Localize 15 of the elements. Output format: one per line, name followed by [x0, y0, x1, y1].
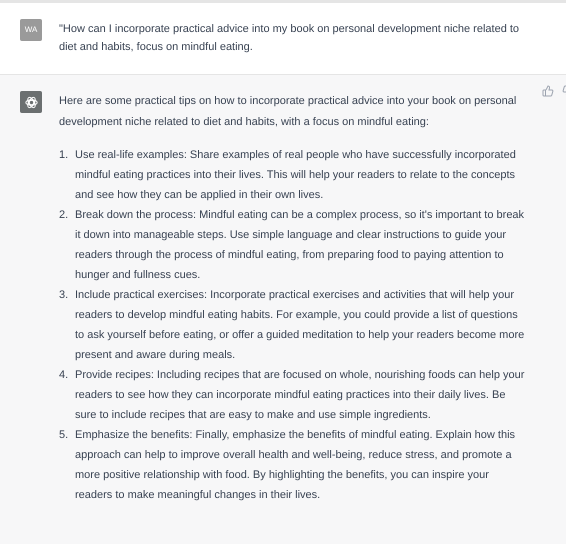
- list-number: 4.: [59, 368, 70, 383]
- user-message: "How can I incorporate practical advice into my book on personal development niche related to diet and habits, focus on mindful eating.: [59, 22, 520, 55]
- list-item-text: Include practical exercises: Incorporate practical exercises and activities that will help your readers to develop mindful eating habits. For example, you could provide a list of questions to ask yourself before eating, or offer a guided meditation to help your readers become more present and aware during meals.: [75, 288, 525, 363]
- assistant-logo-icon: [24, 94, 38, 110]
- user-avatar: WA: [20, 19, 42, 41]
- list-number: 5.: [59, 428, 70, 443]
- list-item-text: Use real-life examples: Share examples of real people who have successfully incorporated mindful eating practices into their lives. This will help your readers to relate to the concepts and see how they can be applied in their own lives.: [75, 148, 517, 203]
- assistant-intro: Here are some practical tips on how to incorporate practical advice into your book on personal development niche related to diet and habits, with a focus on mindful eating:: [59, 94, 518, 130]
- list-number: 3.: [59, 288, 70, 303]
- thumbs-up-icon[interactable]: [542, 85, 554, 97]
- list-item-text: Provide recipes: Including recipes that are focused on whole, nourishing foods can help your readers to see how they can incorporate mindful eating practices into their daily lives. Be sure to include recipes that are easy to make and use simple ingredients.: [75, 368, 525, 423]
- list-number: 2.: [59, 208, 70, 223]
- list-item-text: Break down the process: Mindful eating can be a complex process, so it's important to break it down into manageable steps. Use simple language and clear instructions to guide your readers through the process of mindful eating, from preparing food to paying attention to hunger and fullness cues.: [75, 208, 525, 283]
- list-item-text: Emphasize the benefits: Finally, emphasize the benefits of mindful eating. Explain how this approach can help to improve overall health and well-being, reduce stress, and promote a more positive relationship with food. By highlighting the benefits, you can inspire your readers to make meaningful changes in their lives.: [75, 428, 516, 503]
- list-number: 1.: [59, 148, 70, 163]
